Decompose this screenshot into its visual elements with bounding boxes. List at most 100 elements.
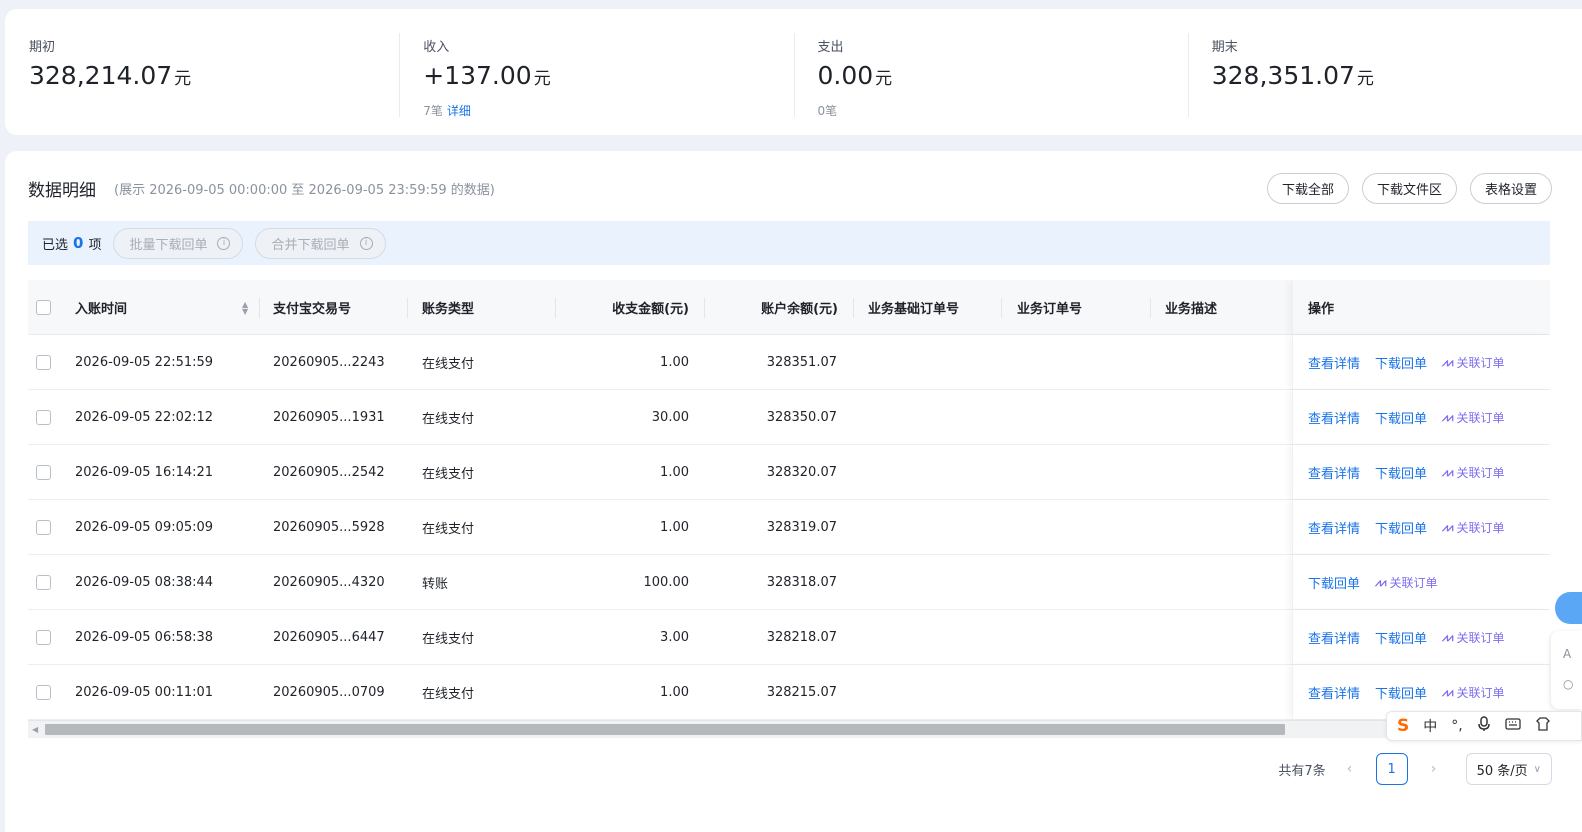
assistant-bot-icon[interactable] xyxy=(1555,592,1582,624)
download-files-button[interactable]: 下载文件区 xyxy=(1361,172,1457,204)
link-order-link[interactable]: ⩘⩘ 关联订单 xyxy=(1442,629,1504,646)
cell-type: 转账 xyxy=(422,577,449,592)
ime-toolbar: S 中 °, xyxy=(1386,711,1582,741)
row-select-cell xyxy=(36,445,51,500)
skin-icon[interactable] xyxy=(1535,717,1551,735)
detail-header: 数据明细 (展示 2026-09-05 00:00:00 至 2026-09-0… xyxy=(28,171,1552,205)
row-actions: 查看详情 下载回单 ⩘⩘ 关联订单 xyxy=(1308,335,1504,390)
header-trade-no: 支付宝交易号 xyxy=(273,302,352,317)
row-checkbox[interactable] xyxy=(36,465,51,480)
selected-count: 0 xyxy=(73,234,84,252)
stat-value: 0.00 元 xyxy=(817,61,893,90)
select-all-checkbox[interactable] xyxy=(36,300,51,315)
cell-time: 2026-09-05 06:58:38 xyxy=(75,630,214,645)
stat-closing: 期末 328,351.07 元 xyxy=(1187,9,1582,135)
row-checkbox[interactable] xyxy=(36,575,51,590)
batch-download-button[interactable]: 批量下载回单 i xyxy=(113,227,244,259)
stat-sub: 0笔 xyxy=(817,104,838,118)
stat-income: 收入 +137.00 元 7笔 详细 xyxy=(399,9,793,135)
keyboard-icon[interactable] xyxy=(1505,717,1521,735)
link-order-link[interactable]: ⩘⩘ 关联订单 xyxy=(1442,464,1504,481)
header-type: 账务类型 xyxy=(422,302,475,317)
cell-trade-no: 20260905...5928 xyxy=(273,520,385,535)
selection-bar: 已选 0 项 批量下载回单 i 合并下载回单 i xyxy=(28,221,1550,265)
sort-icon[interactable]: ▲ ▼ xyxy=(232,280,248,335)
page-button[interactable]: 1 xyxy=(1375,753,1408,785)
column-divider xyxy=(1001,298,1002,318)
stat-label: 收入 xyxy=(423,40,450,55)
date-range-text: (展示 2026-09-05 00:00:00 至 2026-09-05 23:… xyxy=(114,182,495,198)
row-checkbox[interactable] xyxy=(36,520,51,535)
view-detail-link[interactable]: 查看详情 xyxy=(1308,463,1360,482)
ime-logo-icon[interactable]: S xyxy=(1397,716,1409,736)
row-checkbox[interactable] xyxy=(36,410,51,425)
row-actions: 查看详情 下载回单 ⩘⩘ 关联订单 xyxy=(1308,500,1504,555)
info-icon[interactable]: i xyxy=(217,236,231,250)
view-detail-link[interactable]: 查看详情 xyxy=(1308,353,1360,372)
side-tool-search-icon[interactable]: ○ xyxy=(1563,669,1582,699)
download-receipt-link[interactable]: 下载回单 xyxy=(1308,573,1360,592)
cell-type: 在线支付 xyxy=(422,412,475,427)
scrollbar-thumb[interactable] xyxy=(45,724,1285,735)
cell-trade-no: 20260905...0709 xyxy=(273,685,385,700)
row-actions: 下载回单 ⩘⩘ 关联订单 xyxy=(1308,555,1437,610)
next-page-icon[interactable]: › xyxy=(1420,761,1448,777)
link-order-link[interactable]: ⩘⩘ 关联订单 xyxy=(1442,354,1504,371)
microphone-icon[interactable] xyxy=(1477,716,1491,736)
stat-label: 期末 xyxy=(1211,40,1238,55)
page-size-select[interactable]: 50 条/页 ∨ xyxy=(1465,753,1552,785)
cell-trade-no: 20260905...2542 xyxy=(273,465,385,480)
download-receipt-link[interactable]: 下载回单 xyxy=(1375,518,1427,537)
horizontal-scrollbar[interactable]: ◀ xyxy=(28,720,1550,738)
download-receipt-link[interactable]: 下载回单 xyxy=(1375,628,1427,647)
table-row: 2026-09-05 08:38:44 20260905...4320 转账 100.… xyxy=(28,555,1550,610)
row-checkbox[interactable] xyxy=(36,685,51,700)
download-receipt-link[interactable]: 下载回单 xyxy=(1375,683,1427,702)
link-order-link[interactable]: ⩘⩘ 关联订单 xyxy=(1442,409,1504,426)
cell-trade-no: 20260905...2243 xyxy=(273,355,385,370)
ai-link-icon: ⩘⩘ xyxy=(1442,355,1453,369)
ime-lang-toggle[interactable]: 中 xyxy=(1423,716,1437,736)
header-time[interactable]: 入账时间 xyxy=(75,280,127,335)
cell-amount: 100.00 xyxy=(643,575,690,590)
row-checkbox[interactable] xyxy=(36,630,51,645)
download-receipt-link[interactable]: 下载回单 xyxy=(1375,463,1427,482)
income-detail-link[interactable]: 详细 xyxy=(447,104,471,118)
header-base-order: 业务基础订单号 xyxy=(868,302,960,317)
view-detail-link[interactable]: 查看详情 xyxy=(1308,408,1360,427)
row-select-cell xyxy=(36,610,51,665)
scroll-left-icon[interactable]: ◀ xyxy=(32,725,38,734)
link-order-link[interactable]: ⩘⩘ 关联订单 xyxy=(1375,574,1437,591)
download-receipt-link[interactable]: 下载回单 xyxy=(1375,353,1427,372)
side-tool-a[interactable]: A xyxy=(1563,639,1582,669)
pagination: 共有7条 ‹ 1 › 50 条/页 ∨ xyxy=(1278,753,1552,785)
column-divider xyxy=(1150,298,1151,318)
cell-time: 2026-09-05 22:02:12 xyxy=(75,410,214,425)
link-order-link[interactable]: ⩘⩘ 关联订单 xyxy=(1442,519,1504,536)
cell-trade-no: 20260905...6447 xyxy=(273,630,385,645)
info-icon[interactable]: i xyxy=(359,236,373,250)
merge-download-button[interactable]: 合并下载回单 i xyxy=(255,227,386,259)
download-receipt-link[interactable]: 下载回单 xyxy=(1375,408,1427,427)
ai-link-icon: ⩘⩘ xyxy=(1442,410,1453,424)
cell-balance: 328218.07 xyxy=(766,630,837,645)
table-settings-button[interactable]: 表格设置 xyxy=(1469,172,1552,204)
column-divider xyxy=(259,298,260,318)
row-checkbox[interactable] xyxy=(36,355,51,370)
prev-page-icon[interactable]: ‹ xyxy=(1336,761,1364,777)
side-toolbar[interactable]: A ○ xyxy=(1551,631,1582,709)
link-order-link[interactable]: ⩘⩘ 关联订单 xyxy=(1442,684,1504,701)
stat-expense: 支出 0.00 元 0笔 xyxy=(793,9,1188,135)
view-detail-link[interactable]: 查看详情 xyxy=(1308,628,1360,647)
download-all-button[interactable]: 下载全部 xyxy=(1266,172,1349,204)
column-divider xyxy=(704,298,705,318)
cell-amount: 1.00 xyxy=(660,355,689,370)
cell-type: 在线支付 xyxy=(422,357,475,372)
stat-value: 328,214.07 元 xyxy=(29,61,192,90)
total-count: 共有7条 xyxy=(1278,763,1326,779)
ime-punct-toggle[interactable]: °, xyxy=(1451,718,1462,734)
ai-link-icon: ⩘⩘ xyxy=(1442,465,1453,479)
view-detail-link[interactable]: 查看详情 xyxy=(1308,518,1360,537)
view-detail-link[interactable]: 查看详情 xyxy=(1308,683,1360,702)
row-actions: 查看详情 下载回单 ⩘⩘ 关联订单 xyxy=(1308,390,1504,445)
